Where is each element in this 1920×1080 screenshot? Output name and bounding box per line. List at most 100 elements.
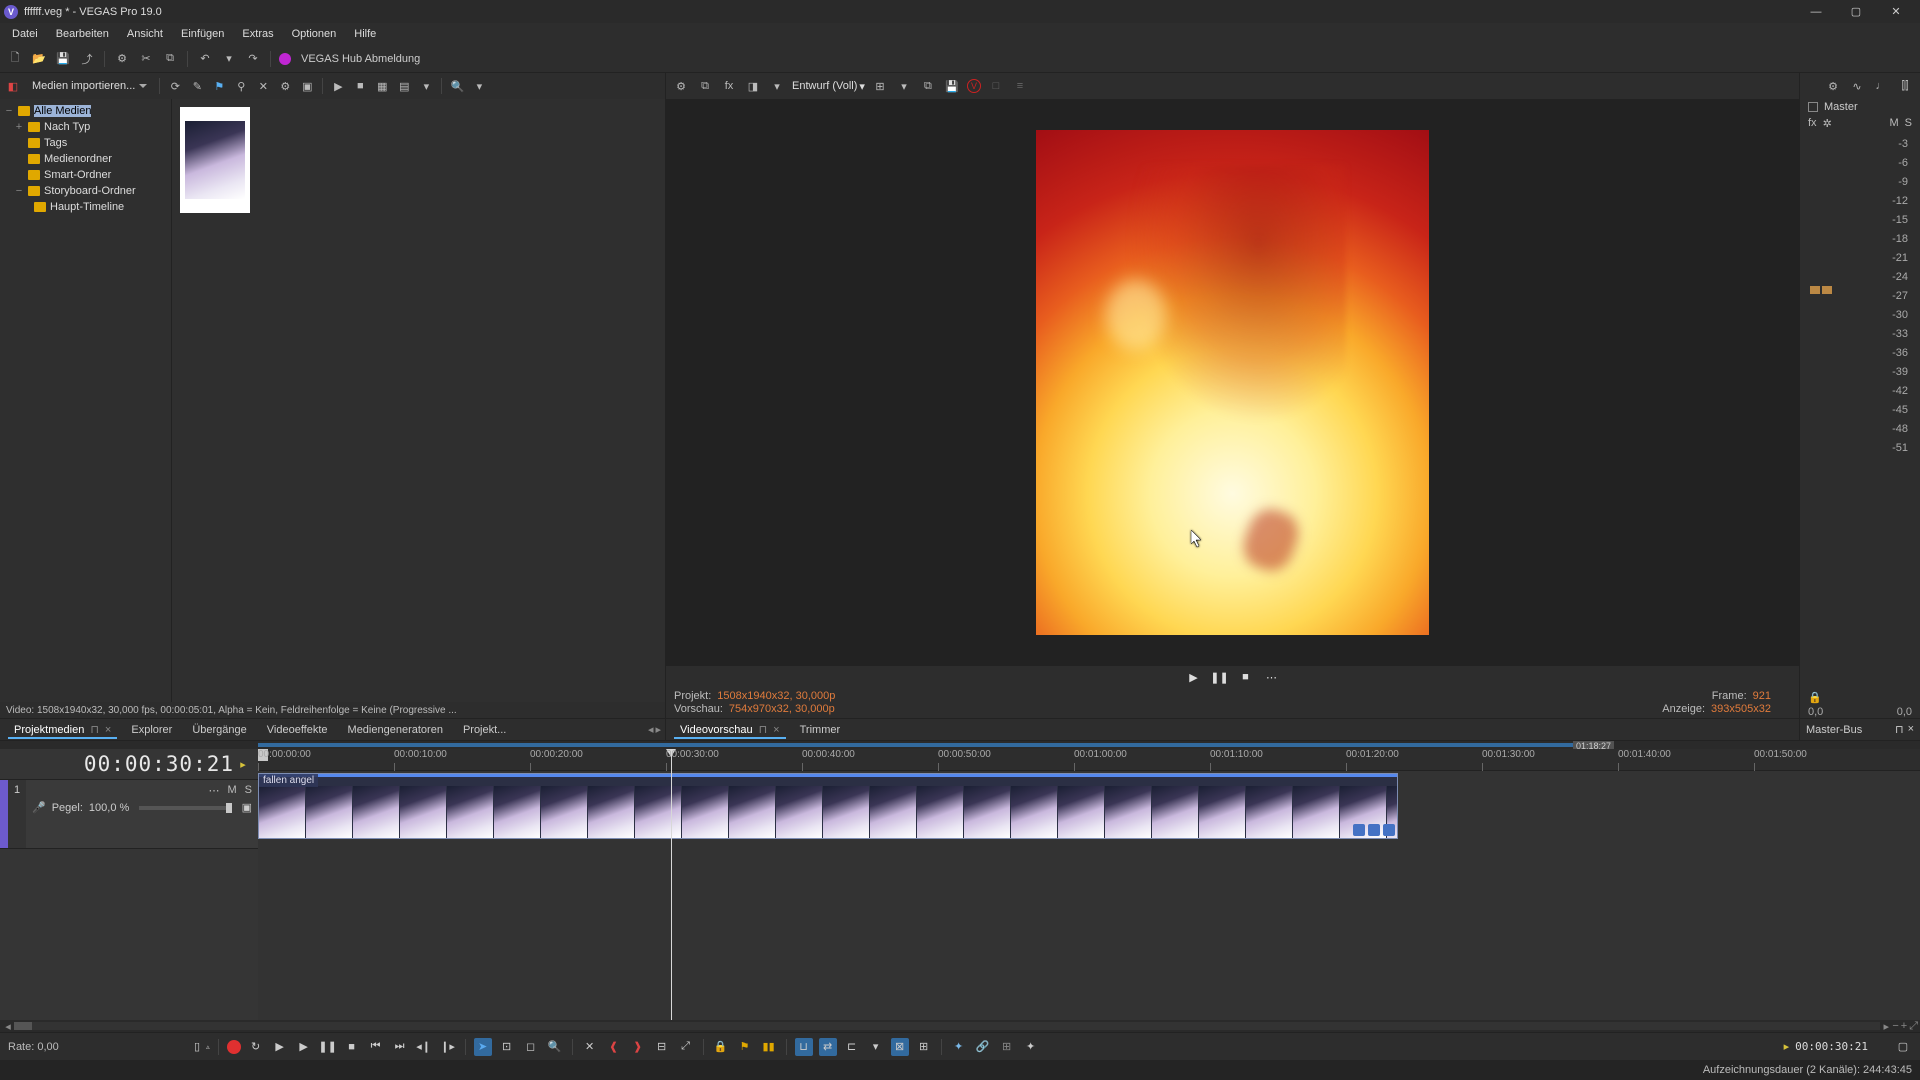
ripple-dropdown-icon[interactable]: ▾: [867, 1038, 885, 1056]
zoom-out-icon[interactable]: −: [1892, 1020, 1898, 1033]
auto-preview-icon[interactable]: ▦: [373, 77, 391, 95]
snapping-button[interactable]: ⊔: [795, 1038, 813, 1056]
scopes-icon[interactable]: V: [967, 79, 981, 93]
pegel-slider[interactable]: [139, 806, 231, 810]
timeline-scrollbar[interactable]: ◂ ▸ − + ⤢: [0, 1020, 1920, 1032]
track-mute-button[interactable]: M: [227, 784, 236, 797]
view-icon[interactable]: ▤: [395, 77, 413, 95]
tab-projekt[interactable]: Projekt...: [453, 721, 516, 739]
auto-crossfade-button[interactable]: ⊠: [891, 1038, 909, 1056]
tree-node-storyboard[interactable]: −Storyboard-Ordner: [0, 183, 171, 199]
new-project-icon[interactable]: 🗋: [6, 50, 24, 68]
group-button[interactable]: ⊞: [998, 1038, 1016, 1056]
next-frame-button[interactable]: ❙▸: [439, 1038, 457, 1056]
copy-frame-icon[interactable]: ⧉: [919, 77, 937, 95]
play-icon[interactable]: ▶: [329, 77, 347, 95]
menu-bearbeiten[interactable]: Bearbeiten: [48, 26, 117, 42]
tab-trimmer[interactable]: Trimmer: [790, 721, 851, 739]
timecode-display[interactable]: 00:00:30:21 ▸: [0, 749, 258, 779]
quality-dropdown[interactable]: Entwurf (Voll)▾: [792, 80, 865, 93]
video-clip[interactable]: fallen angel: [258, 773, 1398, 839]
hub-logout-link[interactable]: VEGAS Hub Abmeldung: [301, 53, 420, 65]
undo-icon[interactable]: ↶: [196, 50, 214, 68]
track-solo-button[interactable]: S: [245, 784, 252, 797]
normal-edit-tool[interactable]: ➤: [474, 1038, 492, 1056]
delete-button[interactable]: ✕: [581, 1038, 599, 1056]
stop-icon[interactable]: ■: [351, 77, 369, 95]
undo-dropdown-icon[interactable]: ▾: [220, 50, 238, 68]
region-button[interactable]: ▮▮: [760, 1038, 778, 1056]
tree-node-nachtyp[interactable]: +Nach Typ: [0, 119, 171, 135]
quantize-button[interactable]: ⊞: [915, 1038, 933, 1056]
selection-tool[interactable]: ◻: [522, 1038, 540, 1056]
tree-node-medienordner[interactable]: Medienordner: [0, 151, 171, 167]
tracks-area[interactable]: 00:00:00:0000:00:10:0000:00:20:0000:00:3…: [258, 749, 1920, 1020]
save-frame-icon[interactable]: 💾: [943, 77, 961, 95]
trim-start-button[interactable]: ❰: [605, 1038, 623, 1056]
rate-handle-icon[interactable]: ▯: [194, 1040, 200, 1053]
tab-mediengeneratoren[interactable]: Mediengeneratoren: [338, 721, 453, 739]
menu-ansicht[interactable]: Ansicht: [119, 26, 171, 42]
menu-extras[interactable]: Extras: [234, 26, 281, 42]
rate-handle-icon[interactable]: ▵: [206, 1043, 210, 1051]
scroll-thumb[interactable]: [14, 1022, 32, 1030]
auto-icon[interactable]: ✲: [1823, 117, 1832, 130]
tab-videovorschau[interactable]: Videovorschau⊓×: [670, 720, 790, 739]
clip-fade-bar[interactable]: [259, 774, 1397, 777]
media-add-icon[interactable]: ◧: [4, 77, 22, 95]
import-media-button[interactable]: Medien importieren...: [26, 78, 153, 94]
close-button[interactable]: ✕: [1876, 0, 1916, 23]
more-button[interactable]: ⋯: [1264, 669, 1280, 685]
redo-icon[interactable]: ↷: [244, 50, 262, 68]
scroll-track[interactable]: [14, 1022, 1880, 1030]
clip-more-icon[interactable]: [1383, 824, 1395, 836]
clip-pan-icon[interactable]: [1353, 824, 1365, 836]
track-lane-1[interactable]: fallen angel: [258, 771, 1920, 841]
menu-datei[interactable]: Datei: [4, 26, 46, 42]
menu-einfuegen[interactable]: Einfügen: [173, 26, 232, 42]
clear-icon[interactable]: ✕: [254, 77, 272, 95]
preview-props-icon[interactable]: ⚙: [672, 77, 690, 95]
scale-icon[interactable]: □: [987, 77, 1005, 95]
options-dropdown-icon[interactable]: ▾: [470, 77, 488, 95]
pause-button-tl[interactable]: ❚❚: [319, 1038, 337, 1056]
track-more-icon[interactable]: ⋯: [208, 784, 219, 797]
track-mic-icon[interactable]: 🎤: [32, 801, 46, 814]
copy-icon[interactable]: ⧉: [161, 50, 179, 68]
split-screen-icon[interactable]: ◨: [744, 77, 762, 95]
solo-button[interactable]: S: [1905, 117, 1912, 130]
track-header-1[interactable]: 1 ⋯ M S 🎤 Pegel: 100,0 % ▣: [0, 779, 258, 849]
pin-icon[interactable]: ⊓: [1895, 723, 1904, 736]
ripple-button[interactable]: ⊏: [843, 1038, 861, 1056]
menu-hilfe[interactable]: Hilfe: [346, 26, 384, 42]
refresh-icon[interactable]: ⟳: [166, 77, 184, 95]
marker-button[interactable]: ⚑: [736, 1038, 754, 1056]
play-start-button[interactable]: ▶: [271, 1038, 289, 1056]
tab-videoeffekte[interactable]: Videoeffekte: [257, 721, 338, 739]
split-dropdown-icon[interactable]: ▾: [768, 77, 786, 95]
close-icon[interactable]: ×: [1908, 723, 1914, 736]
pen-icon[interactable]: ✎: [188, 77, 206, 95]
search-media-icon[interactable]: ⚲: [232, 77, 250, 95]
tree-node-tags[interactable]: Tags: [0, 135, 171, 151]
stop-button[interactable]: ■: [1238, 669, 1254, 685]
preview-external-icon[interactable]: ⧉: [696, 77, 714, 95]
close-icon[interactable]: ×: [105, 724, 111, 736]
master-checkbox[interactable]: [1808, 102, 1818, 112]
tab-uebergaenge[interactable]: Übergänge: [182, 721, 256, 739]
lock-button[interactable]: 🔒: [712, 1038, 730, 1056]
tree-node-haupt[interactable]: Haupt-Timeline: [0, 199, 171, 215]
mute-button[interactable]: M: [1889, 117, 1898, 130]
tab-explorer[interactable]: Explorer: [121, 721, 182, 739]
tree-node-smart[interactable]: Smart-Ordner: [0, 167, 171, 183]
properties-icon[interactable]: ⚙: [113, 50, 131, 68]
maximize-button[interactable]: ▢: [1836, 0, 1876, 23]
view-dropdown-icon[interactable]: ▾: [417, 77, 435, 95]
color-button[interactable]: ✦: [1022, 1038, 1040, 1056]
video-fx-icon[interactable]: fx: [720, 77, 738, 95]
upload-button[interactable]: ✦: [950, 1038, 968, 1056]
timeline-timecode[interactable]: 00:00:30:21: [1795, 1040, 1868, 1053]
loop-region[interactable]: [258, 743, 1610, 747]
lock-icon[interactable]: 🔒: [1800, 691, 1920, 704]
meter-icon[interactable]: ⫿⫿: [1896, 77, 1914, 95]
